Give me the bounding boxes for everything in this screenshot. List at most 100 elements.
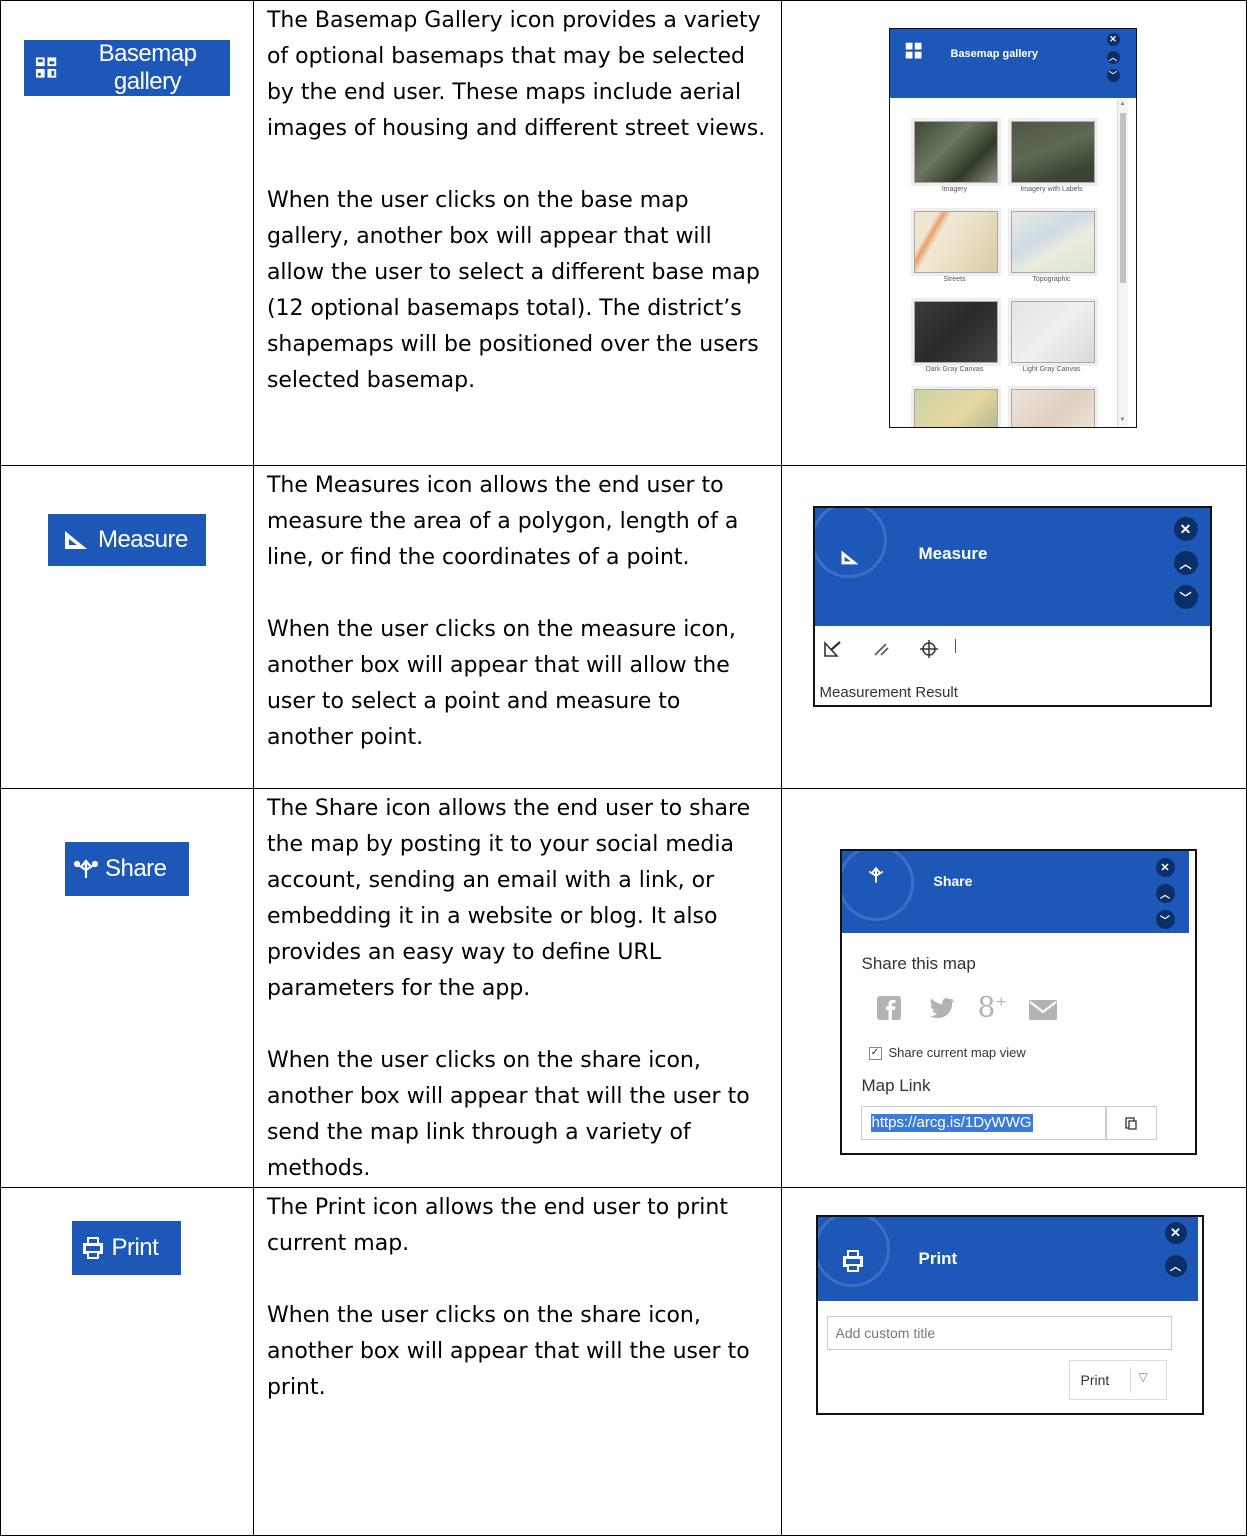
print-button[interactable]: Print — [72, 1221, 182, 1275]
basemap-thumb-dark-gray[interactable] — [913, 301, 998, 363]
tool-divider — [954, 639, 956, 653]
row-basemap-gallery: Basemap gallery The Basemap Gallery icon… — [0, 0, 1247, 466]
panel-header: Share ✕ ︿ ﹀ — [841, 851, 1189, 933]
description-paragraph: When the user clicks on the share icon, … — [266, 1048, 750, 1181]
measurement-result-label: Measurement Result — [819, 684, 958, 701]
share-icon — [73, 859, 99, 878]
basemap-thumb-partial[interactable] — [1010, 389, 1095, 427]
map-link-value: https://arcg.is/1DyWWG — [870, 1114, 1033, 1132]
basemap-caption: Light Gray Canvas — [1022, 366, 1081, 373]
panel-header: Print ✕ ︿ — [817, 1217, 1198, 1301]
measure-label: Measure — [97, 526, 188, 553]
map-link-label: Map Link — [861, 1076, 931, 1095]
grid-icon — [905, 42, 921, 59]
panel-title: Basemap gallery — [950, 48, 1038, 60]
screenshot-cell: Measure ✕ ︿ ﹀ Measurement Result — [780, 465, 1247, 789]
description-paragraph: When the user clicks on the measure icon… — [266, 617, 736, 750]
row-print: Print The Print icon allows the end user… — [0, 1187, 1247, 1536]
share-this-map-heading: Share this map — [861, 954, 976, 973]
tool-cell: Measure — [0, 465, 254, 789]
expand-button[interactable]: ﹀ — [1173, 585, 1198, 609]
screenshot-cell: Basemap gallery ✕ ︿ ﹀ ▲ ▼ Imagery Imager… — [780, 0, 1247, 466]
share-label: Share — [104, 855, 167, 882]
expand-button[interactable]: ﹀ — [1106, 69, 1120, 82]
basemap-caption: Imagery — [941, 186, 968, 193]
collapse-button[interactable]: ︿ — [1106, 51, 1120, 64]
basemap-gallery-panel: Basemap gallery ✕ ︿ ﹀ ▲ ▼ Imagery Imager… — [888, 28, 1137, 428]
description-cell: The Measures icon allows the end user to… — [252, 465, 782, 789]
twitter-icon[interactable] — [928, 997, 956, 1021]
basemap-thumb-partial[interactable] — [913, 389, 998, 427]
basemap-caption: Imagery with Labels — [1020, 186, 1083, 193]
copy-icon — [1125, 1117, 1137, 1130]
description-paragraph: The Share icon allows the end user to sh… — [266, 796, 751, 1001]
basemap-thumb-light-gray[interactable] — [1010, 301, 1095, 363]
description-cell: The Share icon allows the end user to sh… — [252, 788, 782, 1188]
share-icon — [868, 866, 883, 883]
row-share: Share The Share icon allows the end user… — [0, 788, 1247, 1188]
basemap-thumb-imagery[interactable] — [913, 121, 998, 183]
basemap-gallery-button[interactable]: Basemap gallery — [23, 40, 230, 96]
share-view-label: Share current map view — [888, 1045, 1026, 1060]
basemap-thumb-imagery-labels[interactable] — [1010, 121, 1095, 183]
distance-tool-icon[interactable] — [872, 640, 890, 658]
facebook-icon[interactable] — [876, 995, 902, 1021]
print-panel: Print ✕ ︿ Add custom title Print ▽ — [815, 1215, 1204, 1415]
custom-title-input[interactable]: Add custom title — [826, 1316, 1172, 1350]
description-paragraph: The Basemap Gallery icon provides a vari… — [266, 8, 766, 141]
crosshair-icon[interactable] — [919, 639, 939, 659]
measure-panel: Measure ✕ ︿ ﹀ Measurement Result — [812, 506, 1212, 707]
close-button[interactable]: ✕ — [1106, 33, 1120, 46]
basemap-caption: Dark Gray Canvas — [925, 366, 984, 373]
basemap-caption: Streets — [943, 276, 966, 283]
feature-table: Basemap gallery The Basemap Gallery icon… — [0, 0, 1247, 1536]
tool-cell: Print — [0, 1187, 254, 1536]
scrollbar[interactable]: ▲ ▼ — [1116, 99, 1128, 427]
description-paragraph: When the user clicks on the share icon, … — [266, 1303, 750, 1400]
collapse-button[interactable]: ︿ — [1164, 1255, 1187, 1277]
description-paragraph: The Measures icon allows the end user to… — [266, 473, 739, 570]
map-link-input[interactable]: https://arcg.is/1DyWWG — [860, 1106, 1106, 1140]
chevron-down-icon[interactable]: ▽ — [1139, 1370, 1148, 1384]
collapse-button[interactable]: ︿ — [1155, 884, 1175, 903]
share-view-checkbox[interactable]: ✓ — [868, 1047, 882, 1060]
print-label: Print — [111, 1234, 159, 1261]
custom-title-placeholder: Add custom title — [835, 1325, 936, 1341]
panel-title: Measure — [918, 544, 988, 563]
collapse-button[interactable]: ︿ — [1173, 551, 1198, 575]
measure-icon — [64, 531, 87, 549]
basemap-thumb-topographic[interactable] — [1010, 211, 1095, 273]
panel-header: Basemap gallery ✕ ︿ ﹀ — [889, 29, 1136, 98]
description-cell: The Basemap Gallery icon provides a vari… — [252, 0, 782, 466]
tool-cell: Share — [0, 788, 254, 1188]
description-cell: The Print icon allows the end user to pr… — [252, 1187, 782, 1536]
description-paragraph: The Print icon allows the end user to pr… — [266, 1195, 728, 1256]
printer-icon — [83, 1237, 104, 1259]
share-button[interactable]: Share — [64, 842, 189, 896]
close-button[interactable]: ✕ — [1164, 1222, 1187, 1244]
row-measure: Measure The Measures icon allows the end… — [0, 465, 1247, 789]
panel-title: Print — [918, 1249, 958, 1268]
basemap-caption: Topographic — [1032, 276, 1071, 283]
basemap-gallery-label: Basemap gallery — [98, 40, 197, 95]
description-paragraph: When the user clicks on the base map gal… — [266, 188, 760, 393]
measure-button[interactable]: Measure — [47, 514, 206, 566]
basemap-thumb-streets[interactable] — [913, 211, 998, 273]
close-button[interactable]: ✕ — [1173, 517, 1198, 541]
panel-header: Measure ✕ ︿ ﹀ — [814, 508, 1210, 626]
print-submit-label: Print — [1080, 1372, 1110, 1388]
google-plus-icon[interactable]: 8+ — [978, 987, 1008, 1022]
measure-icon — [841, 550, 858, 565]
scroll-up-arrow[interactable]: ▲ — [1120, 101, 1126, 107]
grid-icon — [35, 57, 57, 78]
copy-link-button[interactable] — [1105, 1106, 1157, 1140]
screenshot-cell: Print ✕ ︿ Add custom title Print ▽ — [780, 1187, 1247, 1536]
print-submit-button[interactable]: Print ▽ — [1068, 1360, 1167, 1400]
expand-button[interactable]: ﹀ — [1155, 910, 1175, 929]
screenshot-cell: Share ✕ ︿ ﹀ Share this map 8+ ✓ Share cu… — [780, 788, 1247, 1188]
area-tool-icon[interactable] — [823, 640, 843, 658]
printer-icon — [842, 1250, 863, 1272]
close-button[interactable]: ✕ — [1155, 858, 1175, 877]
scroll-down-arrow[interactable]: ▼ — [1120, 417, 1126, 423]
email-icon[interactable] — [1028, 999, 1058, 1021]
